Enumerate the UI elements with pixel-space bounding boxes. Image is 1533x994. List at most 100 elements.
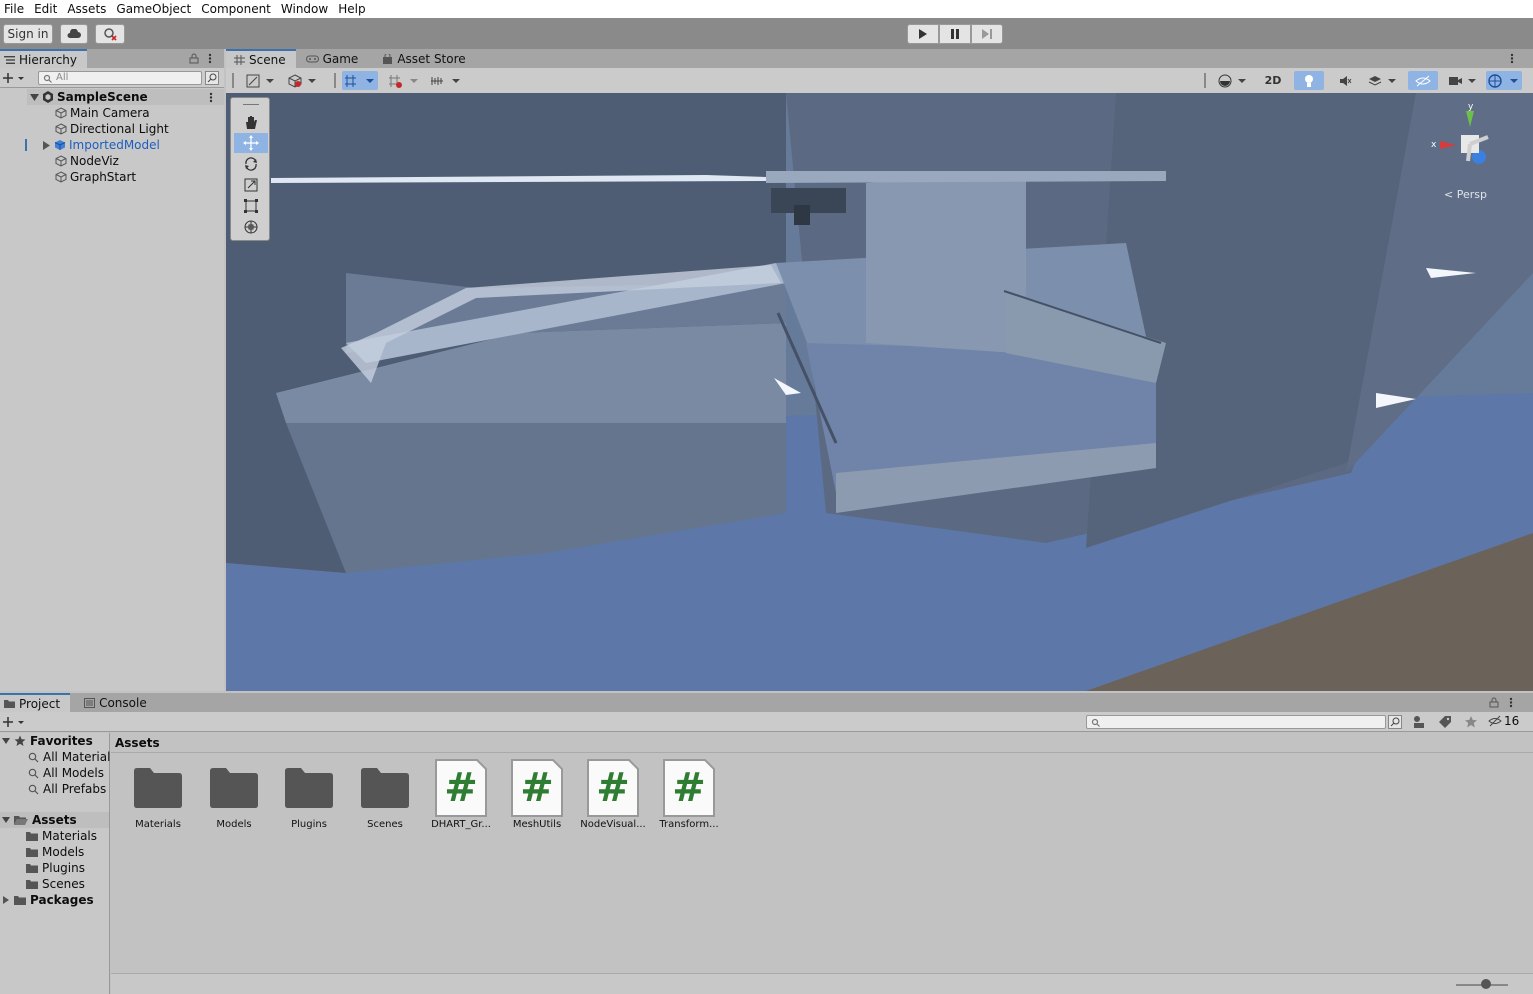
create-dropdown-icon[interactable]: [3, 716, 25, 728]
search-icon: [28, 752, 39, 762]
asset-folder-scenes[interactable]: Scenes: [350, 765, 420, 830]
hierarchy-item-graphstart[interactable]: GraphStart: [55, 169, 136, 185]
expand-arrow-icon[interactable]: [2, 816, 10, 824]
rect-tool[interactable]: [234, 196, 268, 216]
menu-assets[interactable]: Assets: [63, 0, 112, 18]
pause-button[interactable]: [939, 24, 971, 44]
tab-console[interactable]: Console: [70, 693, 157, 712]
assets-folder-row[interactable]: Assets: [0, 812, 109, 828]
palette-grip[interactable]: [243, 104, 259, 105]
search-filter-icon[interactable]: [205, 71, 219, 85]
grid-snap-toggle[interactable]: [342, 71, 378, 90]
collab-button[interactable]: [95, 24, 125, 44]
tree-folder-materials[interactable]: Materials: [26, 828, 97, 844]
packages-row[interactable]: Packages: [2, 892, 94, 908]
sphere-shading-icon: [1218, 74, 1246, 87]
scale-tool[interactable]: [234, 175, 268, 195]
move-tool[interactable]: [234, 133, 268, 153]
folder-icon: [361, 768, 409, 808]
icon-size-slider-thumb[interactable]: [1481, 979, 1491, 989]
tab-game[interactable]: Game: [296, 49, 369, 68]
hierarchy-item-main-camera[interactable]: Main Camera: [55, 105, 150, 121]
asset-label: Plugins: [291, 819, 327, 830]
tab-asset-store[interactable]: Asset Store: [368, 49, 475, 68]
tab-scene[interactable]: Scene: [226, 49, 296, 68]
asset-script-meshutils[interactable]: # MeshUtils: [502, 758, 572, 830]
menu-file[interactable]: File: [0, 0, 30, 18]
expand-arrow-icon[interactable]: [30, 93, 39, 102]
hierarchy-item-imported-model[interactable]: ImportedModel: [42, 137, 160, 153]
render-mode-dropdown[interactable]: [286, 71, 320, 90]
kebab-menu-icon[interactable]: [208, 53, 212, 64]
asset-script-dhart[interactable]: # DHART_Gr...: [426, 758, 496, 830]
mode-2d-toggle[interactable]: 2D: [1258, 71, 1288, 90]
cloud-button[interactable]: [60, 24, 88, 44]
menu-edit[interactable]: Edit: [30, 0, 63, 18]
asset-folder-models[interactable]: Models: [199, 765, 269, 830]
rotate-tool[interactable]: [234, 154, 268, 174]
play-button[interactable]: [907, 24, 939, 44]
projection-text: Persp: [1456, 188, 1487, 201]
asset-folder-plugins[interactable]: Plugins: [274, 765, 344, 830]
tree-folder-scenes[interactable]: Scenes: [26, 876, 85, 892]
increment-snap-dropdown[interactable]: [386, 71, 422, 90]
collapsed-arrow-icon[interactable]: [2, 896, 10, 904]
search-filter-icon[interactable]: [1388, 715, 1402, 729]
tab-scene-label: Scene: [249, 52, 286, 67]
gizmos-dropdown[interactable]: [1486, 71, 1522, 90]
tree-folder-plugins[interactable]: Plugins: [26, 860, 85, 876]
tree-folder-models[interactable]: Models: [26, 844, 84, 860]
menu-gameobject[interactable]: GameObject: [112, 0, 197, 18]
folder-label: Materials: [42, 829, 98, 843]
search-by-type-icon[interactable]: [1412, 715, 1426, 729]
breadcrumb[interactable]: Assets: [111, 733, 1533, 753]
scene-kebab-icon[interactable]: [1510, 53, 1514, 64]
kebab-menu-icon[interactable]: [1509, 697, 1513, 708]
lock-icon[interactable]: [1489, 697, 1499, 708]
hidden-packages-toggle[interactable]: 16: [1488, 714, 1519, 728]
hierarchy-item-label: Directional Light: [70, 122, 169, 136]
asset-folder-materials[interactable]: Materials: [123, 765, 193, 830]
favorite-star-icon[interactable]: [1464, 715, 1478, 729]
projection-label[interactable]: < Persp: [1444, 188, 1487, 201]
scene-row[interactable]: SampleScene: [27, 89, 224, 105]
sign-in-button[interactable]: Sign in: [3, 24, 53, 44]
audio-toggle[interactable]: [1330, 71, 1360, 90]
asset-script-transform[interactable]: # Transform...: [654, 758, 724, 830]
orientation-gizmo[interactable]: y x: [1426, 101, 1506, 181]
lighting-toggle[interactable]: [1294, 71, 1324, 90]
effects-dropdown[interactable]: [1366, 71, 1400, 90]
transform-tool[interactable]: [234, 217, 268, 237]
add-dropdown-icon[interactable]: [3, 72, 25, 84]
hierarchy-search-input[interactable]: All: [38, 71, 202, 85]
folder-icon: [26, 880, 38, 889]
menu-help[interactable]: Help: [334, 0, 371, 18]
shading-mode-dropdown[interactable]: [1216, 71, 1250, 90]
camera-dropdown[interactable]: [1446, 71, 1480, 90]
draw-mode-dropdown[interactable]: [244, 71, 278, 90]
hand-tool[interactable]: [234, 112, 268, 132]
ruler-snap-dropdown[interactable]: [428, 71, 464, 90]
scene-viewport[interactable]: y x < Persp: [226, 93, 1533, 691]
asset-script-nodevisual[interactable]: # NodeVisual...: [578, 758, 648, 830]
lock-icon[interactable]: [189, 53, 199, 64]
tab-hierarchy[interactable]: Hierarchy: [0, 49, 88, 68]
project-search-input[interactable]: [1086, 715, 1386, 729]
favorite-all-materials[interactable]: All Materials: [28, 749, 117, 765]
hierarchy-item-directional-light[interactable]: Directional Light: [55, 121, 169, 137]
menu-window[interactable]: Window: [277, 0, 334, 18]
step-button[interactable]: [971, 24, 1003, 44]
scene-visibility-toggle[interactable]: [1408, 71, 1438, 90]
tab-project[interactable]: Project: [0, 693, 71, 712]
favorite-all-prefabs[interactable]: All Prefabs: [28, 781, 106, 797]
collapsed-arrow-icon[interactable]: [42, 140, 51, 150]
favorites-row[interactable]: Favorites: [2, 733, 93, 749]
label-tag-icon[interactable]: [1438, 715, 1452, 729]
favorite-all-models[interactable]: All Models: [28, 765, 104, 781]
expand-arrow-icon[interactable]: [2, 737, 10, 745]
menu-component[interactable]: Component: [197, 0, 277, 18]
project-asset-area: Assets Materials Models Plugins Scenes #…: [111, 733, 1533, 994]
scene-kebab-icon[interactable]: [209, 92, 213, 103]
cloud-icon: [67, 29, 81, 38]
hierarchy-item-nodeviz[interactable]: NodeViz: [55, 153, 119, 169]
